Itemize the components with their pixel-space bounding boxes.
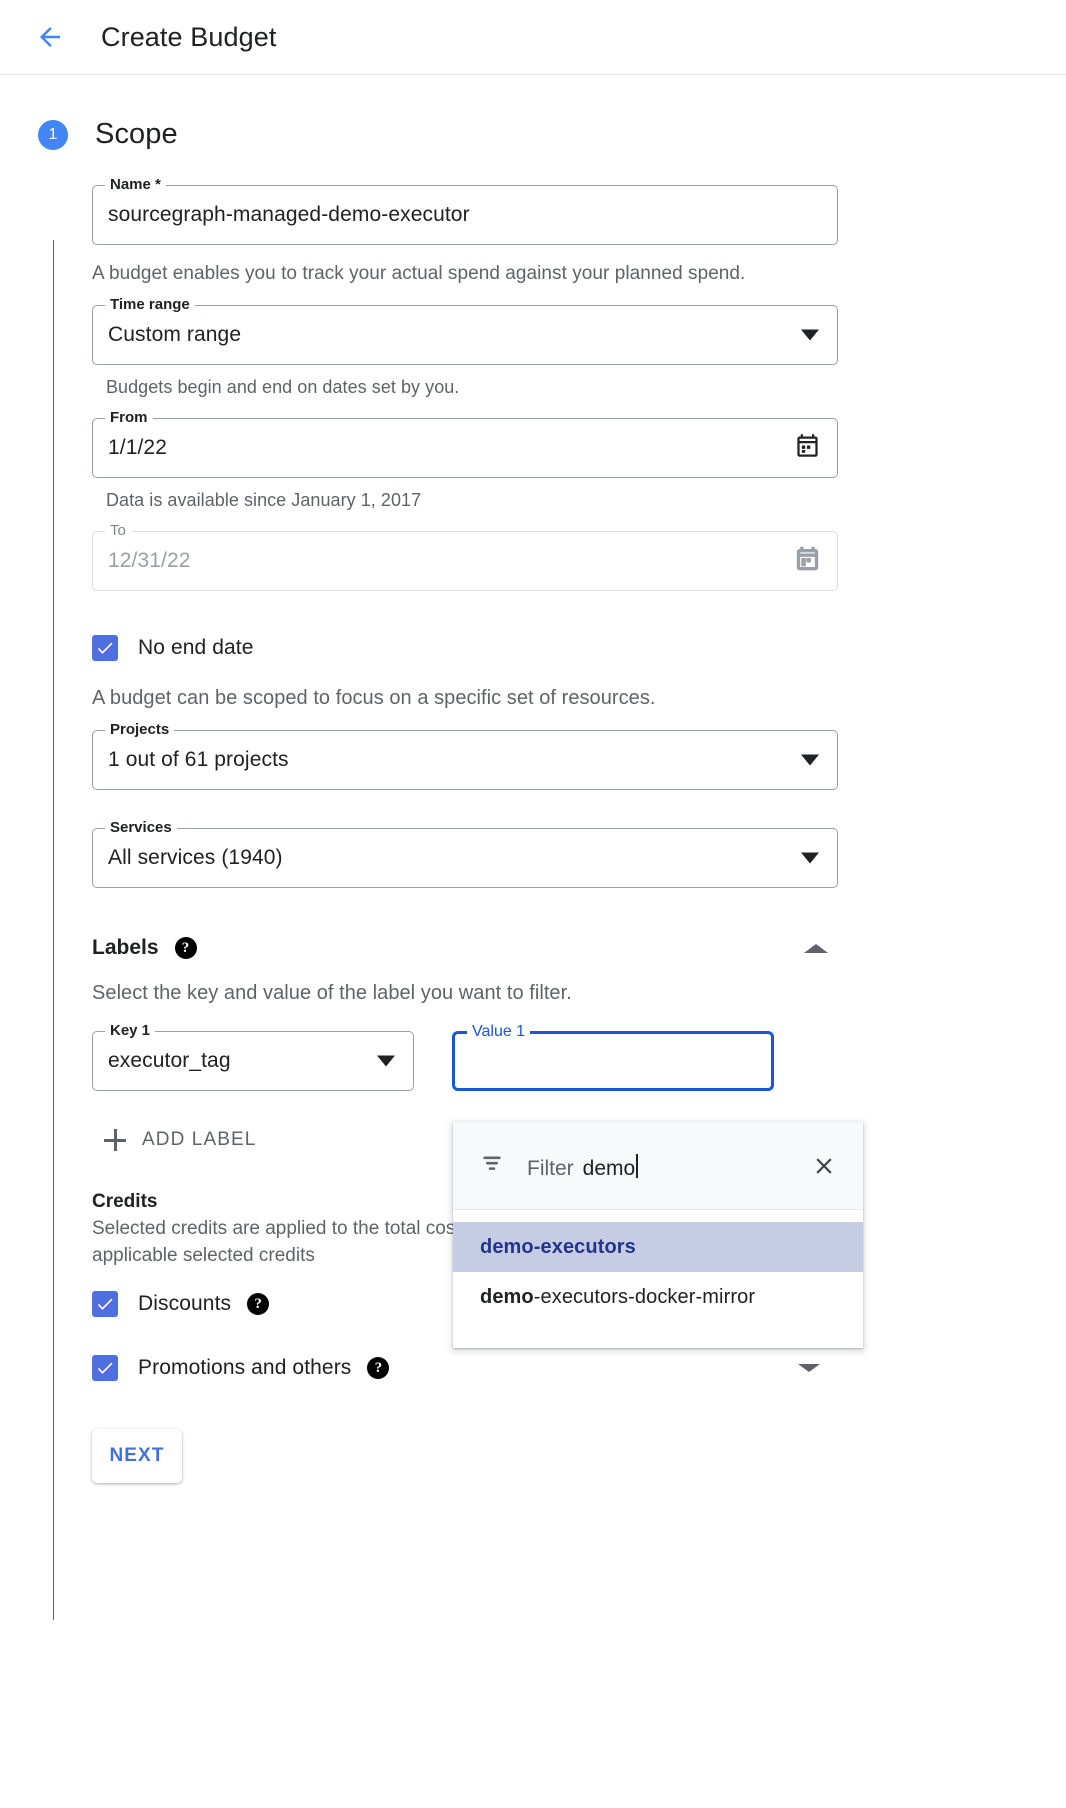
chevron-down-icon — [801, 329, 819, 341]
back-button[interactable] — [26, 13, 74, 61]
discounts-label: Discounts — [138, 1292, 232, 1315]
help-icon[interactable]: ? — [367, 1357, 390, 1379]
from-date-value: 1/1/22 — [108, 436, 167, 459]
services-select[interactable]: Services All services (1940) — [92, 819, 838, 888]
help-icon[interactable]: ? — [174, 937, 197, 959]
credits-description-line1: Selected credits are applied to the tota… — [92, 1218, 461, 1239]
label-key-value-row: Key 1 executor_tag Value 1 — [92, 1022, 1026, 1091]
label-key-value: executor_tag — [108, 1049, 231, 1072]
step-number-badge: 1 — [38, 119, 68, 150]
close-icon[interactable] — [807, 1149, 841, 1183]
labels-description: Select the key and value of the label yo… — [92, 982, 572, 1004]
dropdown-bottom-padding — [453, 1322, 863, 1348]
budget-name-helper: A budget enables you to track your actua… — [92, 263, 746, 284]
budget-name-field[interactable]: Name * sourcegraph-managed-demo-executor — [92, 176, 838, 245]
time-range-select[interactable]: Time range Custom range — [92, 296, 838, 365]
step-title: Scope — [95, 118, 178, 150]
services-value: All services (1940) — [108, 846, 283, 869]
chevron-down-icon — [801, 852, 819, 864]
promotions-label: Promotions and others — [138, 1356, 352, 1379]
discounts-checkbox[interactable] — [92, 1291, 118, 1317]
calendar-icon-disabled — [794, 545, 821, 577]
budget-name-value: sourcegraph-managed-demo-executor — [108, 203, 470, 226]
no-end-date-row[interactable]: No end date — [92, 635, 1026, 661]
page-title: Create Budget — [101, 21, 277, 52]
chevron-down-icon[interactable] — [798, 1364, 820, 1372]
dropdown-option-label: demo-executors — [480, 1235, 636, 1258]
add-label-button[interactable]: ADD LABEL — [92, 1125, 264, 1155]
projects-select[interactable]: Projects 1 out of 61 projects — [92, 721, 838, 790]
credits-description-line2: applicable selected credits — [92, 1245, 315, 1266]
help-icon[interactable]: ? — [247, 1293, 270, 1315]
dropdown-option-rest: -executors-docker-mirror — [533, 1285, 756, 1308]
from-date-label: From — [105, 409, 153, 427]
to-date-value: 12/31/22 — [108, 549, 191, 572]
time-range-value: Custom range — [108, 323, 242, 346]
scope-note: A budget can be scoped to focus on a spe… — [92, 687, 656, 709]
label-value-dropdown: Filter demo demo-executors demo -executor… — [453, 1122, 863, 1348]
plus-icon — [104, 1129, 126, 1151]
promotions-row[interactable]: Promotions and others ? — [92, 1355, 838, 1381]
to-date-label: To — [105, 522, 131, 540]
time-range-label: Time range — [105, 296, 195, 314]
no-end-date-label: No end date — [138, 636, 254, 659]
from-date-field[interactable]: From 1/1/22 — [92, 409, 838, 478]
to-date-field: To 12/31/22 — [92, 522, 838, 591]
services-label: Services — [105, 819, 177, 837]
dropdown-filter-placeholder: Filter — [527, 1156, 574, 1180]
no-end-date-checkbox[interactable] — [92, 635, 118, 661]
dropdown-filter-input[interactable]: Filter demo — [527, 1151, 807, 1181]
time-range-helper: Budgets begin and end on dates set by yo… — [106, 377, 460, 397]
chevron-up-icon[interactable] — [804, 943, 828, 953]
dropdown-divider — [453, 1210, 863, 1222]
labels-title: Labels — [92, 936, 159, 959]
chevron-down-icon — [801, 754, 819, 766]
budget-name-label: Name * — [105, 176, 166, 194]
app-bar: Create Budget — [0, 0, 1066, 75]
step-header: 1 Scope — [0, 75, 1066, 151]
text-cursor — [636, 1153, 639, 1178]
label-value-select[interactable]: Value 1 — [452, 1023, 774, 1091]
dropdown-option-match: demo — [480, 1285, 534, 1308]
calendar-icon[interactable] — [794, 432, 821, 464]
list-item[interactable]: demo -executors-docker-mirror — [453, 1272, 863, 1322]
chevron-down-icon — [377, 1055, 395, 1067]
labels-section-header: Labels ? — [92, 936, 838, 960]
next-button[interactable]: NEXT — [92, 1429, 182, 1483]
add-label-text: ADD LABEL — [142, 1129, 257, 1150]
from-date-helper: Data is available since January 1, 2017 — [106, 490, 422, 510]
list-item[interactable]: demo-executors — [453, 1222, 863, 1272]
promotions-checkbox[interactable] — [92, 1355, 118, 1381]
projects-value: 1 out of 61 projects — [108, 748, 289, 771]
label-key-label: Key 1 — [105, 1022, 156, 1040]
filter-list-icon — [479, 1150, 505, 1181]
dropdown-filter-bar[interactable]: Filter demo — [453, 1122, 863, 1210]
label-key-select[interactable]: Key 1 executor_tag — [92, 1022, 414, 1091]
dropdown-filter-typed: demo — [582, 1156, 636, 1180]
projects-label: Projects — [105, 721, 175, 739]
label-value-label: Value 1 — [467, 1023, 531, 1041]
arrow-back-icon — [35, 22, 65, 52]
